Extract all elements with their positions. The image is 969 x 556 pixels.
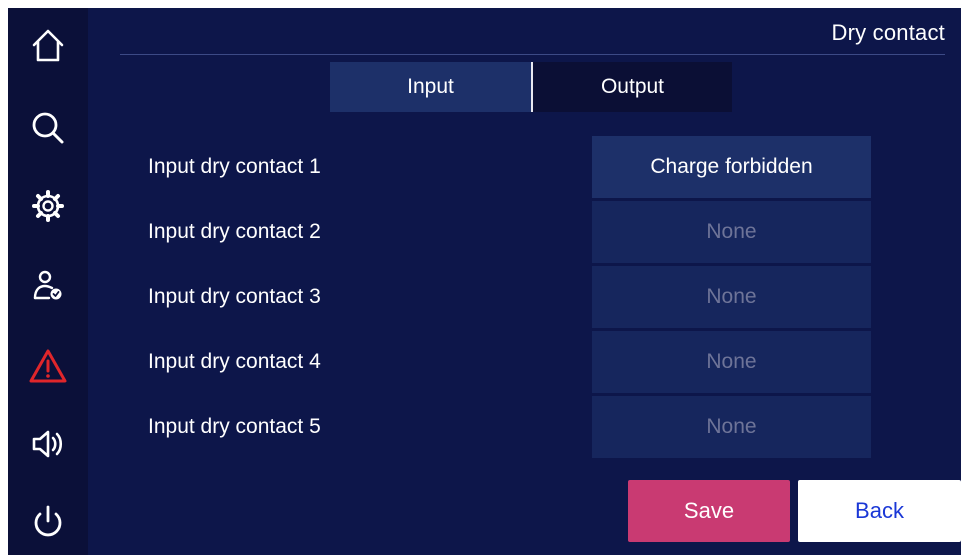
search-icon: [32, 112, 64, 144]
dry-contact-label: Input dry contact 1: [148, 155, 321, 178]
user-settings-icon: [33, 270, 62, 300]
nav-settings[interactable]: [26, 184, 70, 228]
nav-user-settings[interactable]: [26, 264, 70, 308]
sidebar: [8, 8, 88, 555]
power-icon: [34, 505, 62, 537]
dry-contact-select[interactable]: None: [592, 396, 871, 458]
dry-contact-select[interactable]: Charge forbidden: [592, 136, 871, 198]
title-divider: [120, 54, 945, 55]
dry-contact-select[interactable]: None: [592, 331, 871, 393]
save-button[interactable]: Save: [628, 480, 790, 542]
tab-input[interactable]: Input: [330, 62, 531, 112]
back-button[interactable]: Back: [798, 480, 961, 542]
dry-contact-select[interactable]: None: [592, 266, 871, 328]
gear-icon: [32, 190, 64, 222]
dry-contact-row: Input dry contact 2 None: [88, 201, 961, 263]
page-title: Dry contact: [831, 20, 945, 45]
dry-contact-label: Input dry contact 5: [148, 415, 321, 438]
dry-contact-label: Input dry contact 2: [148, 220, 321, 243]
nav-search[interactable]: [26, 106, 70, 150]
dry-contact-row: Input dry contact 3 None: [88, 266, 961, 328]
tab-output[interactable]: Output: [531, 62, 732, 112]
device-screen: Dry contact Input Output Input dry conta…: [8, 8, 961, 555]
dry-contact-label: Input dry contact 3: [148, 285, 321, 308]
dry-contact-row: Input dry contact 1 Charge forbidden: [88, 136, 961, 198]
warning-icon: [29, 349, 67, 383]
dry-contact-select[interactable]: None: [592, 201, 871, 263]
dry-contact-row: Input dry contact 4 None: [88, 331, 961, 393]
speaker-icon: [32, 430, 63, 458]
dry-contact-label: Input dry contact 4: [148, 350, 321, 373]
nav-alarms[interactable]: [26, 344, 70, 388]
nav-power[interactable]: [26, 500, 70, 544]
nav-home[interactable]: [26, 24, 70, 68]
main-panel: Dry contact Input Output Input dry conta…: [88, 8, 961, 555]
tab-bar: Input Output: [330, 62, 732, 112]
home-icon: [32, 29, 64, 62]
nav-sound[interactable]: [26, 422, 70, 466]
dry-contact-row: Input dry contact 5 None: [88, 396, 961, 458]
